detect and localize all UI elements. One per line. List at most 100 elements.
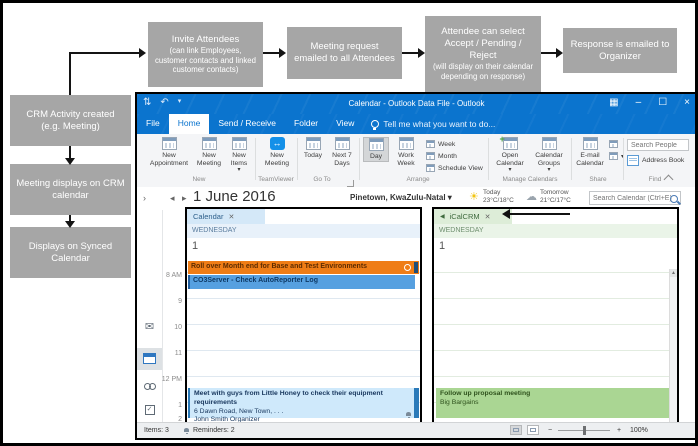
people-nav-icon[interactable] <box>137 382 162 393</box>
flow-box-attendee-select: Attendee can select Accept / Pending / R… <box>425 16 541 92</box>
zoom-out-icon[interactable]: − <box>548 427 552 434</box>
reading-view-button[interactable] <box>527 425 539 435</box>
minimize-button[interactable]: – <box>636 97 642 108</box>
reminder-bell-icon <box>184 428 189 434</box>
icalcrm-pane-tab[interactable]: ◀ iCalCRM ✕ <box>434 209 512 224</box>
maximize-button[interactable]: ☐ <box>658 97 667 108</box>
tab-folder[interactable]: Folder <box>285 114 327 134</box>
connector-line <box>402 52 418 54</box>
group-share: Share <box>589 176 607 183</box>
search-calendar-input[interactable] <box>589 191 681 205</box>
group-teamviewer: TeamViewer <box>258 176 294 183</box>
connector-line <box>69 146 71 158</box>
mail-nav-icon[interactable]: ✉ <box>137 320 162 333</box>
weather-today: Today 23°C/18°C <box>483 189 514 205</box>
close-button[interactable]: × <box>684 97 690 108</box>
flow-box-meeting-request: Meeting request emailed to all Attendees <box>287 27 402 79</box>
next-7-days-button[interactable]: Next 7 Days <box>327 137 357 167</box>
previous-day-icon[interactable]: ◂ <box>170 193 175 204</box>
today-button[interactable]: Today <box>300 137 326 160</box>
event-rollover[interactable]: Roll over Month end for Base and Test En… <box>188 261 419 274</box>
ribbon-display-icon[interactable]: ▦ <box>609 97 618 108</box>
tab-home[interactable]: Home <box>168 114 210 134</box>
event-co3server[interactable]: CO3Server - Check AutoReporter Log <box>188 275 415 289</box>
calendar-pane-tab[interactable]: Calendar ✕ <box>187 209 265 224</box>
zoom-level[interactable]: 100% <box>630 427 648 434</box>
arrowhead <box>65 221 75 228</box>
search-people-input[interactable] <box>627 139 689 151</box>
scrollbar[interactable]: ▲ <box>669 269 677 423</box>
tab-view[interactable]: View <box>327 114 363 134</box>
email-calendar-button[interactable]: E-mail Calendar <box>574 137 606 167</box>
calendar-icon <box>201 137 217 150</box>
go-to-dialog-launcher[interactable] <box>347 180 354 187</box>
group-go-to: Go To <box>313 176 331 183</box>
open-calendar-button[interactable]: + Open Calendar <box>492 134 528 174</box>
next-day-icon[interactable]: ▸ <box>182 193 187 204</box>
week-button[interactable]: Week <box>426 140 455 148</box>
work-week-button[interactable]: Work Week <box>390 137 422 167</box>
search-icon[interactable] <box>670 195 678 203</box>
group-arrange: Arrange <box>406 176 430 183</box>
event-followup[interactable]: Follow up proposal meeting Big Bargains <box>436 388 669 418</box>
close-icon[interactable]: ✕ <box>485 213 491 221</box>
normal-view-button[interactable] <box>510 425 522 435</box>
calendar-day-icon <box>368 138 384 151</box>
zoom-slider-thumb[interactable] <box>583 426 586 435</box>
calendar-week-icon <box>426 140 435 148</box>
scroll-up-icon[interactable]: ▲ <box>670 269 677 277</box>
flow-box-title: Invite Attendees <box>171 33 240 45</box>
day-header: WEDNESDAY <box>187 224 420 238</box>
calendar-nav-icon[interactable] <box>137 348 162 370</box>
day-view-button[interactable]: Day <box>363 137 389 162</box>
zoom-in-icon[interactable]: + <box>617 427 621 434</box>
outlook-window: ⇅ ↶ ▾ Calendar - Outlook Data File - Out… <box>135 92 695 440</box>
share-icon-2[interactable]: ▾ <box>609 152 624 160</box>
ribbon-tab-row: File Home Send / Receive Folder View Tel… <box>137 114 695 134</box>
schedule-view-button[interactable]: Schedule View <box>426 164 483 172</box>
time-label: 12 PM <box>161 376 182 383</box>
close-icon[interactable]: ✕ <box>228 213 234 221</box>
calendar-icon <box>231 137 247 150</box>
date-number: 1 <box>192 240 199 252</box>
address-book-button[interactable]: Address Book <box>627 155 684 166</box>
connector-line <box>263 52 279 54</box>
calendar-month-icon <box>426 152 435 160</box>
arrowhead <box>556 48 563 58</box>
reminder-bell-icon <box>406 412 411 418</box>
cloud-icon: ☁ <box>526 191 537 203</box>
new-meeting-button[interactable]: New Meeting <box>194 137 224 167</box>
arrowhead <box>139 48 146 58</box>
calendar-workweek-icon <box>398 137 414 150</box>
flow-box-invite-attendees: Invite Attendees (can link Employees, cu… <box>148 22 263 87</box>
flow-box-crm-created: CRM Activity created (e.g. Meeting) <box>10 95 131 146</box>
reminders-count: Reminders: 2 <box>193 427 235 434</box>
tab-file[interactable]: File <box>137 114 169 134</box>
time-label: 10 <box>174 324 182 331</box>
share-icon-1[interactable] <box>609 140 618 148</box>
annotation-arrowhead <box>502 209 510 219</box>
calendar-today-icon <box>305 137 321 150</box>
flow-box-crm-displays: Meeting displays on CRM calendar <box>10 164 131 215</box>
ribbon: New Appointment New Meeting New Items ↔ … <box>137 134 695 188</box>
status-bar: Items: 3 Reminders: 2 − + 100% <box>137 422 695 438</box>
calendar-icon <box>161 137 177 150</box>
tasks-nav-icon[interactable]: ✓ <box>137 404 162 415</box>
event-meeting[interactable]: Meet with guys from Little Honey to chec… <box>188 388 419 423</box>
calendar-groups-button[interactable]: Calendar Groups <box>530 137 568 174</box>
expand-folder-pane-icon[interactable]: › <box>143 193 146 203</box>
sun-icon: ☀ <box>469 191 479 203</box>
overlay-arrow-icon[interactable]: ◀ <box>440 213 445 220</box>
tab-send-receive[interactable]: Send / Receive <box>209 114 285 134</box>
connector-line <box>69 53 71 95</box>
new-appointment-button[interactable]: New Appointment <box>145 137 193 167</box>
busy-indicator <box>414 262 418 273</box>
weather-location[interactable]: Pinetown, KwaZulu-Natal ▾ <box>350 193 452 202</box>
tell-me-box[interactable]: Tell me what you want to do... <box>363 114 503 134</box>
email-calendar-icon <box>582 137 598 150</box>
teamviewer-new-meeting-button[interactable]: ↔ New Meeting <box>259 137 295 167</box>
new-items-button[interactable]: New Items <box>225 137 253 174</box>
arrowhead <box>279 48 286 58</box>
month-button[interactable]: Month <box>426 152 457 160</box>
group-manage-calendars: Manage Calendars <box>502 176 558 183</box>
